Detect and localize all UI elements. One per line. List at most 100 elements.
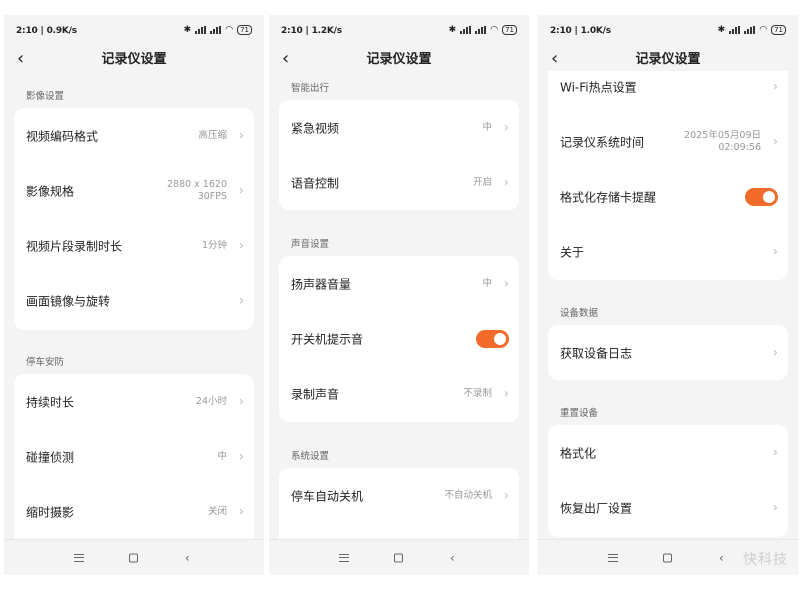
setting-label: 持续时长 [26,395,75,409]
battery-icon: 71 [771,25,786,35]
section-label: 停车安防 [26,357,65,368]
menu-icon[interactable] [339,553,349,562]
wifi-icon: ◠ [759,25,768,35]
wifi-icon: ◠ [225,25,234,35]
status-icons: ✱ ◠ 71 [718,25,786,35]
setting-label: 开关机提示音 [291,332,364,346]
home-icon[interactable] [394,553,403,562]
chevron-right-icon: › [772,345,778,360]
setting-row-format[interactable]: 格式化 › [548,425,788,480]
setting-row-factory-reset[interactable]: 恢复出厂设置 › [548,480,788,535]
phone-screen-1: 2:10 | 0.9K/s ✱ ◠ 71 ‹ 记录仪设置 影像设置 视频编码格式… [4,15,264,575]
bluetooth-icon: ✱ [717,25,726,35]
format-reminder-toggle[interactable] [745,187,778,206]
setting-value: 2880 x 1620 30FPS [166,178,227,202]
setting-value: 不录制 [463,387,492,399]
setting-row-voice-control[interactable]: 语音控制 开启 › [279,155,519,210]
setting-label: 影像规格 [26,184,75,198]
status-icons: ✱ ◠ 71 [449,25,517,35]
setting-row-power-sound[interactable]: 开关机提示音 [279,311,519,366]
status-time-speed: 2:10 | 1.2K/s [281,26,342,36]
system-nav-bar: ‹ [269,539,529,575]
chevron-right-icon: › [503,386,509,401]
setting-row-collision[interactable]: 碰撞侦测 中 › [14,429,254,484]
setting-label: 关于 [560,245,585,259]
nav-back-icon[interactable]: ‹ [450,551,455,565]
status-time-speed: 2:10 | 1.0K/s [550,26,611,36]
setting-label: 记录仪系统时间 [560,135,645,149]
setting-row-resolution[interactable]: 影像规格 2880 x 1620 30FPS › [14,163,254,218]
wifi-icon: ◠ [490,25,499,35]
setting-row-about[interactable]: 关于 › [548,224,788,279]
setting-label: 视频片段录制时长 [26,239,123,253]
setting-row-speaker-volume[interactable]: 扬声器音量 中 › [279,256,519,311]
setting-label: 扬声器音量 [291,277,352,291]
setting-value: 2025年05月09日 02:09:56 [684,129,761,153]
setting-value: 高压缩 [198,129,227,141]
home-icon[interactable] [663,553,672,562]
status-time-speed: 2:10 | 0.9K/s [16,26,77,36]
page-title: 记录仪设置 [101,52,167,67]
battery-icon: 71 [237,25,252,35]
setting-row-emergency-video[interactable]: 紧急视频 中 › [279,100,519,155]
setting-label: 录制声音 [291,387,340,401]
setting-value: 1分钟 [201,239,227,251]
setting-row-timelapse[interactable]: 缩时摄影 关闭 › [14,484,254,539]
system-nav-bar: ‹ 快科技 [538,539,798,575]
chevron-right-icon: › [238,394,244,409]
setting-row-device-log[interactable]: 获取设备日志 › [548,325,788,380]
setting-row-video-codec[interactable]: 视频编码格式 高压缩 › [14,108,254,163]
power-sound-toggle[interactable] [476,329,509,348]
signal-icon [744,26,756,34]
setting-row-record-audio[interactable]: 录制声音 不录制 › [279,366,519,421]
chevron-right-icon: › [238,238,244,253]
chevron-right-icon: › [503,276,509,291]
status-icons: ✱ ◠ 71 [184,25,252,35]
chevron-right-icon: › [238,183,244,198]
phone-screen-2: 2:10 | 1.2K/s ✱ ◠ 71 ‹ 记录仪设置 智能出行 紧急视频 中… [269,15,529,575]
setting-value: 开启 [472,176,492,188]
setting-value: 中 [482,121,492,133]
chevron-right-icon: › [503,488,509,503]
setting-value: 关闭 [207,505,227,517]
bluetooth-icon: ✱ [183,25,192,35]
setting-label: 画面镜像与旋转 [26,294,111,308]
menu-icon[interactable] [608,553,618,562]
setting-row-format-reminder[interactable]: 格式化存储卡提醒 [548,169,788,224]
nav-back-icon[interactable]: ‹ [719,551,724,565]
chevron-right-icon: › [772,134,778,149]
title-bar: ‹ 记录仪设置 [4,45,264,73]
section-label: 系统设置 [291,451,330,462]
section-label: 设备数据 [560,308,599,319]
settings-card: 获取设备日志 › [548,325,788,380]
setting-row-clip-duration[interactable]: 视频片段录制时长 1分钟 › [14,218,254,273]
signal-icon [475,26,487,34]
nav-back-icon[interactable]: ‹ [185,551,190,565]
settings-card: 持续时长 24小时 › 碰撞侦测 中 › 缩时摄影 关闭 › [14,374,254,554]
setting-value: 24小时 [195,395,227,407]
setting-label: 语音控制 [291,176,340,190]
setting-label: 视频编码格式 [26,129,99,143]
setting-value: 中 [482,277,492,289]
setting-label: 格式化 [560,446,597,460]
setting-row-system-time[interactable]: 记录仪系统时间 2025年05月09日 02:09:56 › [548,114,788,169]
signal-icon [210,26,222,34]
settings-card: 格式化 › 恢复出厂设置 › [548,425,788,537]
setting-label: 获取设备日志 [560,346,633,360]
setting-row-mirror-rotate[interactable]: 画面镜像与旋转 › [14,273,254,328]
status-bar: 2:10 | 1.2K/s ✱ ◠ 71 [269,15,529,45]
setting-row-auto-shutdown[interactable]: 停车自动关机 不自动关机 › [279,468,519,523]
setting-row-duration[interactable]: 持续时长 24小时 › [14,374,254,429]
setting-label: 格式化存储卡提醒 [560,190,657,204]
status-bar: 2:10 | 1.0K/s ✱ ◠ 71 [538,15,798,45]
chevron-right-icon: › [238,293,244,308]
setting-value: 中 [217,450,227,462]
setting-row-wifi-hotspot[interactable]: Wi-Fi热点设置 › [548,59,788,114]
chevron-right-icon: › [772,244,778,259]
home-icon[interactable] [129,553,138,562]
setting-label: 碰撞侦测 [26,450,75,464]
setting-label: 紧急视频 [291,121,340,135]
status-bar: 2:10 | 0.9K/s ✱ ◠ 71 [4,15,264,45]
menu-icon[interactable] [74,553,84,562]
setting-value: 不自动关机 [444,489,492,501]
